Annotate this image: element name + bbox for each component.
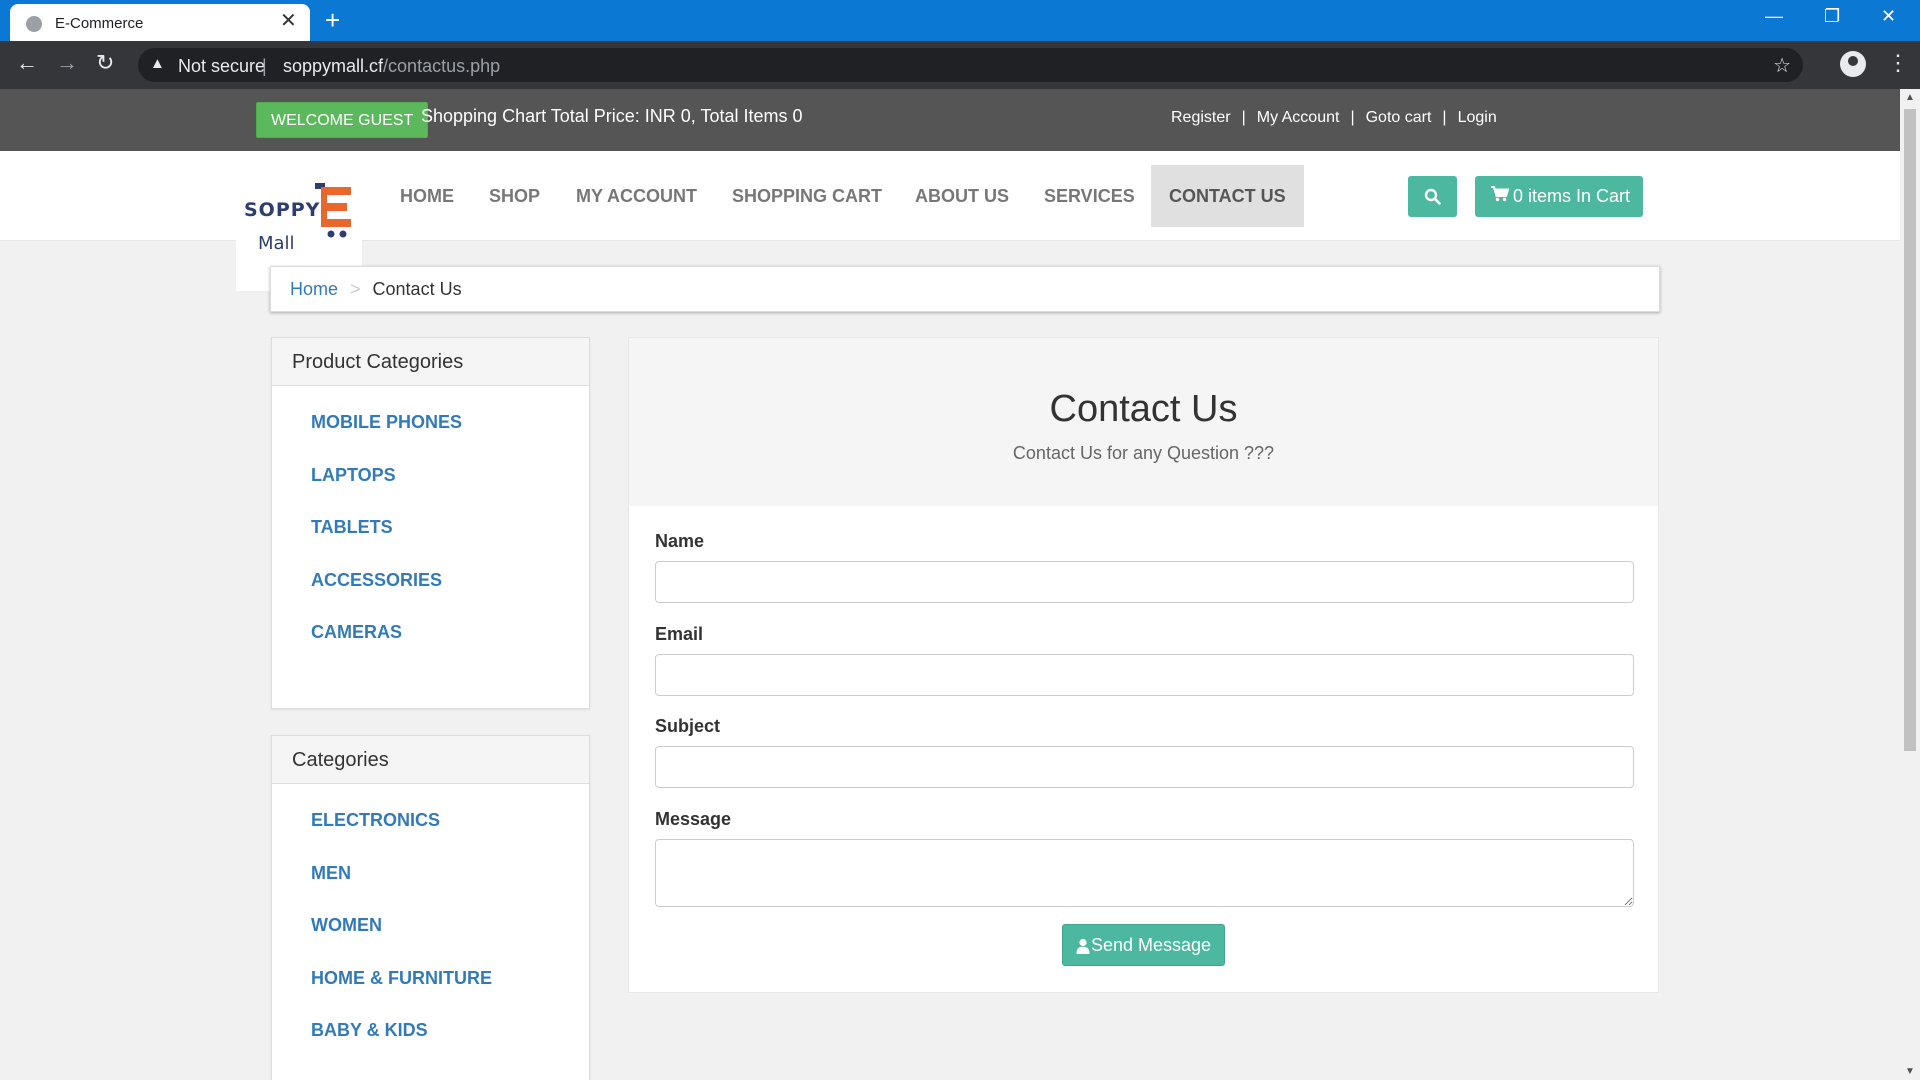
minimize-icon[interactable]: — bbox=[1765, 6, 1783, 27]
address-separator: | bbox=[262, 56, 267, 76]
scrollbar-thumb[interactable] bbox=[1904, 109, 1916, 751]
search-icon bbox=[1424, 188, 1441, 205]
cart-summary-text: Shopping Chart Total Price: INR 0, Total… bbox=[421, 106, 803, 126]
bookmark-star-icon[interactable]: ☆ bbox=[1773, 53, 1791, 78]
category-link-men[interactable]: MEN bbox=[272, 860, 589, 913]
contact-title: Contact Us bbox=[1049, 388, 1238, 430]
browser-toolbar: ← → ↻ ▲ Not secure | soppymall.cf/contac… bbox=[0, 41, 1920, 89]
warning-icon: ▲ bbox=[150, 55, 165, 72]
product-categories-list: MOBILE PHONES LAPTOPS TABLETS ACCESSORIE… bbox=[272, 386, 589, 672]
message-label: Message bbox=[655, 809, 732, 829]
logo-text-soppy: SOPPY bbox=[244, 199, 321, 221]
back-arrow-icon[interactable]: ← bbox=[16, 51, 38, 75]
account-links: Register | My Account | Goto cart | Login bbox=[1171, 109, 1497, 127]
nav-shop[interactable]: SHOP bbox=[471, 151, 558, 241]
globe-icon bbox=[26, 16, 42, 32]
contact-form-card: Contact Us Contact Us for any Question ?… bbox=[628, 337, 1659, 993]
categories-panel: Categories ELECTRONICS MEN WOMEN HOME & … bbox=[271, 735, 590, 1080]
subject-field[interactable] bbox=[655, 746, 1634, 788]
logo-text-mall: Mall bbox=[258, 233, 295, 254]
nav-contact-us[interactable]: CONTACT US bbox=[1151, 165, 1304, 227]
nav-about-us[interactable]: ABOUT US bbox=[897, 151, 1027, 241]
reload-icon[interactable]: ↻ bbox=[96, 51, 114, 75]
url-host: soppymall.cf bbox=[283, 56, 384, 76]
category-link-accessories[interactable]: ACCESSORIES bbox=[272, 567, 589, 620]
menu-kebab-icon[interactable]: ⋮ bbox=[1887, 50, 1909, 76]
link-divider: | bbox=[1442, 109, 1447, 126]
name-label: Name bbox=[655, 531, 705, 551]
contact-subtitle: Contact Us for any Question ??? bbox=[1012, 443, 1275, 463]
link-divider: | bbox=[1241, 109, 1246, 126]
subject-label: Subject bbox=[655, 716, 721, 736]
category-link-mobile-phones[interactable]: MOBILE PHONES bbox=[272, 409, 589, 462]
forward-arrow-icon[interactable]: → bbox=[56, 51, 78, 75]
url-path: /contactus.php bbox=[383, 56, 501, 76]
email-label: Email bbox=[655, 624, 704, 644]
breadcrumb-separator: > bbox=[350, 279, 361, 299]
category-link-electronics[interactable]: ELECTRONICS bbox=[272, 807, 589, 860]
goto-cart-link[interactable]: Goto cart bbox=[1366, 109, 1432, 126]
email-field[interactable] bbox=[655, 654, 1634, 696]
login-link[interactable]: Login bbox=[1458, 109, 1497, 126]
shopping-cart-icon bbox=[1491, 186, 1509, 202]
browser-titlebar: E-Commerce ✕ + — ❐ ✕ bbox=[0, 0, 1920, 41]
new-tab-icon[interactable]: + bbox=[325, 6, 340, 34]
user-icon bbox=[1076, 939, 1090, 955]
send-message-label: Send Message bbox=[1090, 935, 1212, 955]
register-link[interactable]: Register bbox=[1171, 109, 1231, 126]
profile-avatar-icon[interactable] bbox=[1840, 51, 1866, 77]
close-tab-icon[interactable]: ✕ bbox=[280, 11, 297, 31]
product-categories-panel: Product Categories MOBILE PHONES LAPTOPS… bbox=[271, 337, 590, 709]
breadcrumb: Home > Contact Us bbox=[270, 266, 1660, 312]
category-link-home-furniture[interactable]: HOME & FURNITURE bbox=[272, 965, 589, 1018]
security-label: Not secure bbox=[178, 56, 266, 76]
product-categories-title: Product Categories bbox=[272, 338, 589, 386]
category-link-women[interactable]: WOMEN bbox=[272, 912, 589, 965]
page-scrollbar[interactable]: ▲ ▼ bbox=[1900, 89, 1920, 1080]
nav-services[interactable]: SERVICES bbox=[1026, 151, 1153, 241]
logo-cart-e-graphic bbox=[315, 183, 351, 238]
scroll-up-icon[interactable]: ▲ bbox=[1905, 92, 1915, 103]
category-link-cameras[interactable]: CAMERAS bbox=[272, 619, 589, 672]
my-account-link[interactable]: My Account bbox=[1257, 109, 1340, 126]
breadcrumb-current: Contact Us bbox=[372, 279, 462, 299]
send-message-button[interactable]: Send Message bbox=[1062, 924, 1225, 966]
page-viewport: WELCOME GUEST Shopping Chart Total Price… bbox=[0, 89, 1900, 1080]
restore-icon[interactable]: ❐ bbox=[1824, 6, 1840, 27]
address-bar[interactable]: ▲ Not secure | soppymall.cf/contactus.ph… bbox=[138, 48, 1803, 82]
link-divider: | bbox=[1350, 109, 1355, 126]
close-window-icon[interactable]: ✕ bbox=[1881, 6, 1896, 27]
breadcrumb-home-link[interactable]: Home bbox=[290, 279, 338, 299]
nav-home[interactable]: HOME bbox=[382, 151, 472, 241]
top-info-bar: WELCOME GUEST Shopping Chart Total Price… bbox=[0, 89, 1900, 151]
search-button[interactable] bbox=[1408, 176, 1457, 217]
category-link-baby-kids[interactable]: BABY & KIDS bbox=[272, 1017, 589, 1070]
contact-header: Contact Us Contact Us for any Question ?… bbox=[629, 338, 1658, 506]
name-field[interactable] bbox=[655, 561, 1634, 603]
nav-my-account[interactable]: MY ACCOUNT bbox=[558, 151, 715, 241]
category-link-tablets[interactable]: TABLETS bbox=[272, 514, 589, 567]
category-link-laptops[interactable]: LAPTOPS bbox=[272, 462, 589, 515]
categories-list: ELECTRONICS MEN WOMEN HOME & FURNITURE B… bbox=[272, 784, 589, 1070]
tab-title: E-Commerce bbox=[55, 15, 144, 32]
scroll-down-icon[interactable]: ▼ bbox=[1905, 1066, 1915, 1077]
browser-tab[interactable]: E-Commerce ✕ bbox=[10, 4, 310, 41]
cart-button-label: 0 items In Cart bbox=[1513, 186, 1631, 206]
categories-title: Categories bbox=[272, 736, 589, 784]
url-text: soppymall.cf/contactus.php bbox=[283, 56, 500, 77]
nav-shopping-cart[interactable]: SHOPPING CART bbox=[714, 151, 900, 241]
welcome-badge: WELCOME GUEST bbox=[256, 102, 429, 138]
cart-button[interactable]: 0 items In Cart bbox=[1475, 176, 1643, 217]
message-field[interactable] bbox=[655, 839, 1634, 907]
